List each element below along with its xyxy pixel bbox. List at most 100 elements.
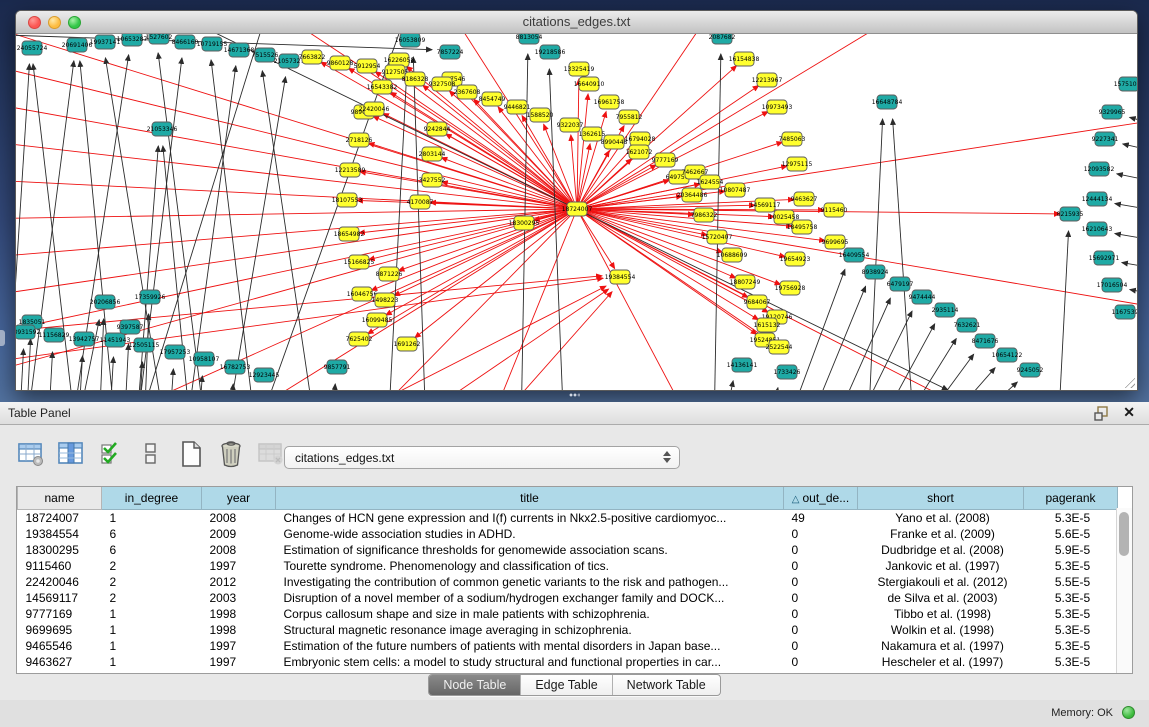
table-scrollbar[interactable]	[1116, 508, 1132, 673]
network-node[interactable]: 9397587	[117, 320, 144, 334]
network-node[interactable]: 1588520	[527, 108, 554, 122]
table-cell[interactable]: 0	[784, 622, 858, 638]
table-cell[interactable]: 9699695	[18, 622, 102, 638]
table-cell[interactable]: 14569117	[18, 590, 102, 606]
table-select-dropdown[interactable]: citations_edges.txt	[284, 446, 680, 469]
network-edge[interactable]	[398, 209, 577, 271]
network-node[interactable]: 1615132	[754, 318, 781, 332]
network-edge[interactable]	[124, 344, 129, 390]
table-cell[interactable]: 2	[102, 574, 202, 590]
network-edge[interactable]	[897, 339, 956, 390]
network-edge[interactable]	[714, 54, 721, 390]
table-cell[interactable]: 6	[102, 526, 202, 542]
citation-network-graph[interactable]: 2405572420691406199371411065328715276028…	[16, 34, 1137, 390]
network-node[interactable]: 9684067	[744, 295, 771, 309]
table-row[interactable]: 1872400712008Changes of HCN gene express…	[18, 510, 1118, 527]
network-edge[interactable]	[396, 289, 609, 390]
network-edge[interactable]	[915, 354, 974, 390]
network-edge[interactable]	[937, 368, 995, 390]
table-cell[interactable]: 2	[102, 558, 202, 574]
table-cell[interactable]: 18300295	[18, 542, 102, 558]
column-header-name[interactable]: name	[18, 487, 102, 510]
network-node[interactable]: 16961758	[594, 95, 625, 109]
network-node[interactable]: 16053809	[395, 34, 426, 47]
network-node[interactable]: 16782753	[220, 360, 251, 374]
network-node[interactable]: 2367608	[454, 85, 481, 99]
table-cell[interactable]: 22420046	[18, 574, 102, 590]
network-edge[interactable]	[1130, 290, 1137, 298]
table-cell[interactable]: Structural magnetic resonance image aver…	[276, 622, 784, 638]
network-node[interactable]: 4170087	[407, 195, 434, 209]
table-cell[interactable]: Jankovic et al. (1997)	[858, 558, 1024, 574]
table-cell[interactable]: 2008	[202, 542, 276, 558]
table-settings-icon[interactable]	[16, 439, 46, 469]
network-node[interactable]: 1167539	[1112, 305, 1137, 319]
splitter-grip-icon[interactable]	[569, 392, 580, 398]
tab-edge-table[interactable]: Edge Table	[520, 675, 611, 695]
network-node[interactable]: 10958107	[189, 352, 220, 366]
table-row[interactable]: 946362711997Embryonic stem cells: a mode…	[18, 654, 1118, 670]
network-edge[interactable]	[331, 384, 335, 390]
network-edge[interactable]	[16, 278, 603, 364]
table-cell[interactable]: Wolkin et al. (1998)	[858, 622, 1024, 638]
network-node[interactable]: 2087682	[709, 34, 736, 44]
network-window-titlebar[interactable]: citations_edges.txt	[16, 11, 1137, 34]
network-node[interactable]: 12505115	[129, 338, 160, 352]
table-cell[interactable]: Stergiakouli et al. (2012)	[858, 574, 1024, 590]
network-node[interactable]: 9463627	[791, 192, 818, 206]
network-node[interactable]: 6479197	[887, 277, 914, 291]
table-cell[interactable]: 1997	[202, 654, 276, 670]
network-node[interactable]: 17016504	[1097, 278, 1128, 292]
table-cell[interactable]: 0	[784, 542, 858, 558]
table-cell[interactable]: Estimation of significance thresholds fo…	[276, 542, 784, 558]
network-node[interactable]: 8215935	[1057, 207, 1084, 221]
network-node[interactable]: 8871226	[376, 267, 403, 281]
network-edge[interactable]	[767, 388, 778, 390]
table-cell[interactable]: Estimation of the future numbers of pati…	[276, 638, 784, 654]
table-cell[interactable]: 5.3E-5	[1024, 622, 1118, 638]
table-cell[interactable]: 0	[784, 638, 858, 654]
table-cell[interactable]: Embryonic stem cells: a model to study s…	[276, 654, 784, 670]
network-node[interactable]: 9227341	[1092, 132, 1119, 146]
network-edge[interactable]	[830, 298, 890, 390]
network-node[interactable]: 16154838	[729, 52, 760, 66]
network-edge[interactable]	[571, 135, 577, 209]
table-cell[interactable]: Disruption of a novel member of a sodium…	[276, 590, 784, 606]
network-node[interactable]: 12213967	[752, 73, 783, 87]
close-panel-icon[interactable]: ✕	[1123, 404, 1135, 421]
network-node[interactable]: 1498223	[372, 293, 399, 307]
table-cell[interactable]: Nakamura et al. (1997)	[858, 638, 1024, 654]
network-node[interactable]: 9322037	[557, 118, 584, 132]
column-header-pagerank[interactable]: pagerank	[1024, 487, 1118, 510]
network-node[interactable]: 8938924	[862, 265, 889, 279]
network-node[interactable]: 15720407	[702, 230, 733, 244]
table-row[interactable]: 911546021997Tourette syndrome. Phenomeno…	[18, 558, 1118, 574]
network-node[interactable]: 17957253	[160, 345, 191, 359]
network-node[interactable]: 19756928	[775, 281, 806, 295]
table-cell[interactable]: Changes of HCN gene expression and I(f) …	[276, 510, 784, 527]
network-edge[interactable]	[386, 209, 577, 315]
table-cell[interactable]: 49	[784, 510, 858, 527]
column-header-out-de-[interactable]: △out_de...	[784, 487, 858, 510]
network-node[interactable]: 10973493	[762, 100, 793, 114]
table-cell[interactable]: 0	[784, 574, 858, 590]
network-node[interactable]: 2935114	[932, 303, 959, 317]
table-cell[interactable]: 2009	[202, 526, 276, 542]
table-cell[interactable]: 0	[784, 654, 858, 670]
table-cell[interactable]: 9465546	[18, 638, 102, 654]
table-cell[interactable]: 5.3E-5	[1024, 510, 1118, 527]
table-cell[interactable]: 5.3E-5	[1024, 558, 1118, 574]
network-edge[interactable]	[486, 292, 612, 390]
table-cell[interactable]: Franke et al. (2009)	[858, 526, 1024, 542]
table-cell[interactable]: Investigating the contribution of common…	[276, 574, 784, 590]
network-edge[interactable]	[19, 349, 24, 390]
select-all-icon[interactable]	[96, 439, 126, 469]
network-edge[interactable]	[868, 119, 883, 390]
network-edge[interactable]	[224, 209, 577, 390]
network-edge[interactable]	[16, 209, 577, 377]
table-row[interactable]: 2242004622012Investigating the contribut…	[18, 574, 1118, 590]
network-node[interactable]: 19218586	[535, 45, 566, 59]
delete-icon[interactable]	[216, 439, 246, 469]
network-node[interactable]: 12093582	[1084, 162, 1115, 176]
table-cell[interactable]: 9777169	[18, 606, 102, 622]
